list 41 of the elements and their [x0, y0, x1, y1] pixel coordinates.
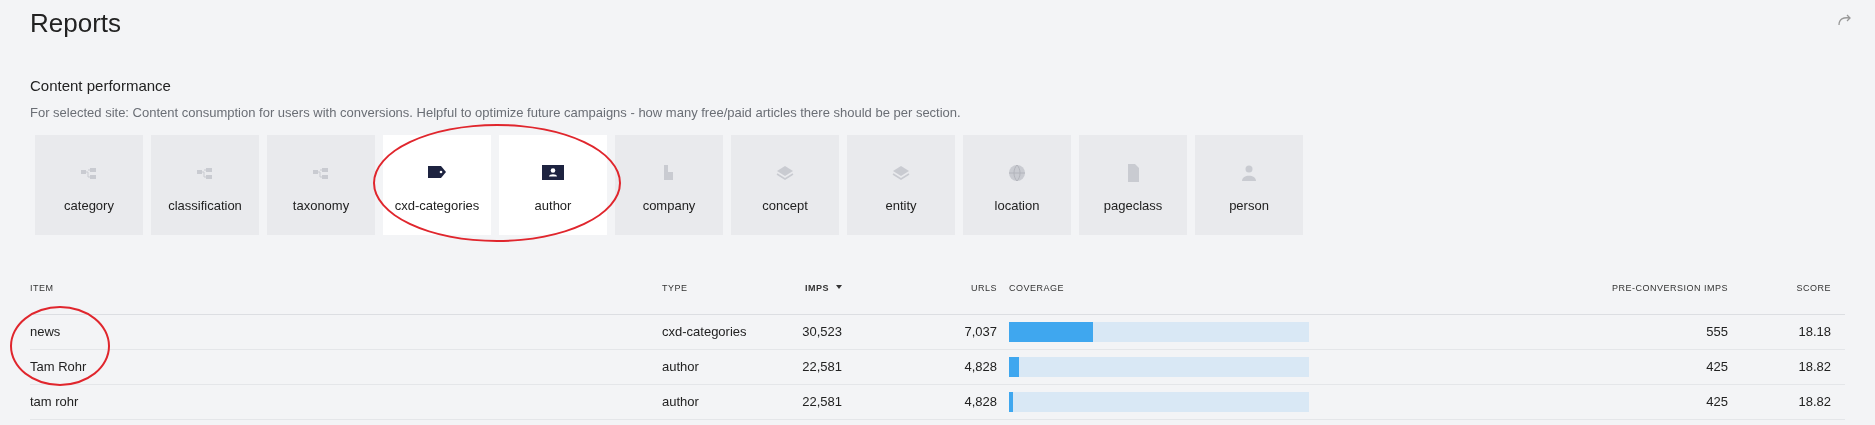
column-header[interactable]: IMPS — [804, 283, 829, 294]
redo-icon[interactable] — [1837, 14, 1853, 26]
report-tile[interactable]: entity — [847, 134, 955, 235]
column-header[interactable]: SCORE — [1796, 283, 1831, 294]
report-tile[interactable]: pageclass — [1079, 134, 1187, 235]
report-tile[interactable]: author — [499, 134, 607, 235]
section-title: Content performance — [30, 77, 172, 96]
report-tile[interactable]: concept — [731, 134, 839, 235]
score-cell: 18.18 — [1798, 323, 1831, 339]
urls-cell: 4,828 — [964, 358, 997, 374]
score-cell: 18.82 — [1798, 358, 1831, 374]
item-cell: Tam Rohr — [30, 358, 87, 374]
report-tile[interactable]: category — [35, 134, 143, 235]
report-tile[interactable]: person — [1195, 134, 1303, 235]
item-cell: news — [30, 323, 61, 339]
urls-cell: 7,037 — [964, 323, 997, 339]
column-header[interactable]: URLS — [971, 283, 997, 294]
section-description: For selected site: Content consumption for users with conversions. Helpful to optimize future campaigns - how many free/paid articles there should be per section. — [30, 104, 962, 123]
page-title: Reports — [30, 8, 123, 40]
column-header[interactable]: PRE-CONVERSION IMPS — [1612, 283, 1728, 294]
report-tile[interactable]: company — [615, 134, 723, 235]
column-header[interactable]: COVERAGE — [1009, 283, 1064, 294]
pre-conversion-imps-cell: 555 — [1706, 323, 1728, 339]
type-cell: author — [662, 393, 699, 409]
report-tile[interactable]: classification — [151, 134, 259, 235]
column-header[interactable]: TYPE — [662, 283, 688, 294]
urls-cell: 4,828 — [964, 393, 997, 409]
report-tile[interactable]: taxonomy — [267, 134, 375, 235]
item-cell: tam rohr — [30, 393, 79, 409]
report-tile[interactable]: location — [963, 134, 1071, 235]
pre-conversion-imps-cell: 425 — [1706, 393, 1728, 409]
pre-conversion-imps-cell: 425 — [1706, 358, 1728, 374]
sort-caret-icon — [836, 285, 842, 290]
report-tile[interactable]: cxd-categories — [383, 134, 491, 235]
imps-cell: 30,523 — [802, 323, 842, 339]
imps-cell: 22,581 — [802, 393, 842, 409]
type-cell: author — [662, 358, 699, 374]
column-header[interactable]: ITEM — [30, 283, 54, 294]
imps-cell: 22,581 — [802, 358, 842, 374]
type-cell: cxd-categories — [662, 323, 747, 339]
score-cell: 18.82 — [1798, 393, 1831, 409]
